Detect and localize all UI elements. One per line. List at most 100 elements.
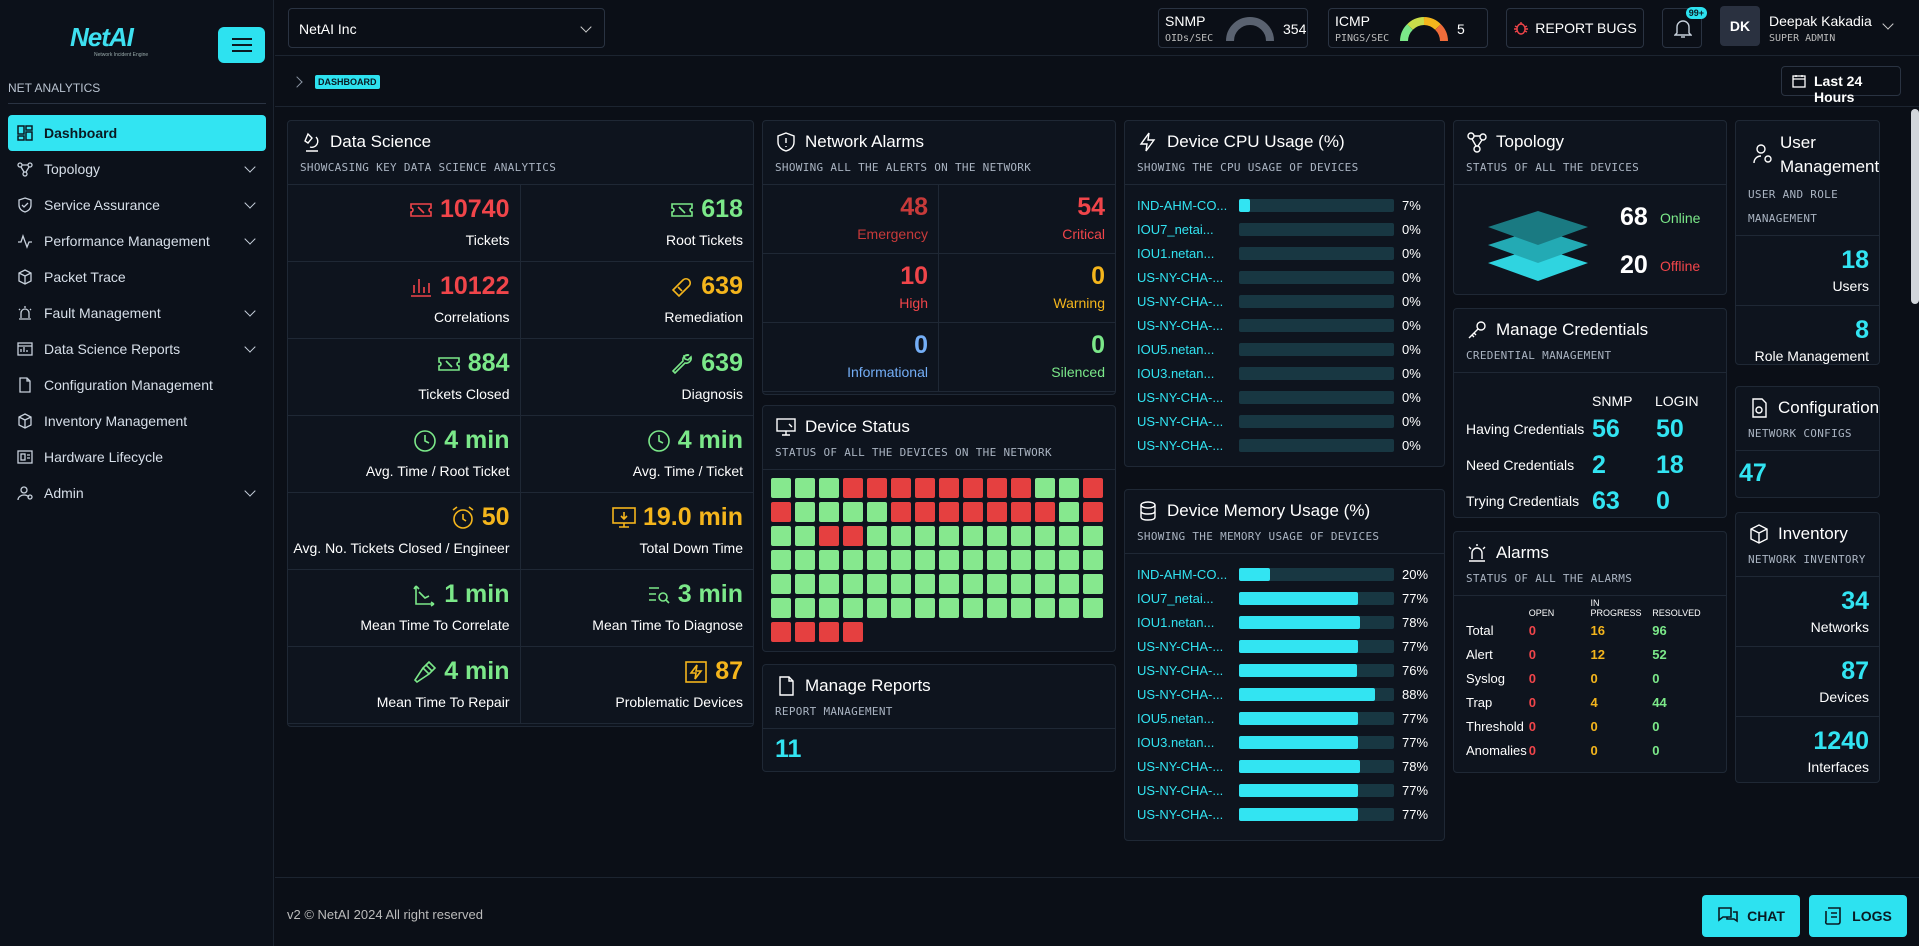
device-status-cell-down[interactable] [963,478,983,498]
manage-credentials-card[interactable]: Manage Credentials CREDENTIAL MANAGEMENT… [1453,308,1727,518]
device-status-cell-up[interactable] [819,550,839,570]
device-status-cell-up[interactable] [891,550,911,570]
device-status-cell-down[interactable] [891,478,911,498]
sidebar-item-fault-management[interactable]: Fault Management [8,295,266,331]
usage-row[interactable]: US-NY-CHA-... 0% [1137,313,1432,337]
device-status-cell-up[interactable] [891,598,911,618]
credentials-row[interactable]: Need Credentials 2 18 [1454,447,1726,483]
stat-avg-no-tickets-closed-engineer[interactable]: 50 Avg. No. Tickets Closed / Engineer [288,493,521,570]
manage-reports-card[interactable]: Manage Reports REPORT MANAGEMENT 11 [762,664,1116,772]
page-scrollbar[interactable] [1909,107,1919,877]
networks-stat[interactable]: 34 Networks [1736,577,1879,647]
alarm-warning[interactable]: 0 Warning [939,254,1115,323]
stat-root-tickets[interactable]: 618 Root Tickets [520,185,753,262]
device-status-cell-up[interactable] [771,478,791,498]
device-status-cell-up[interactable] [819,574,839,594]
sidebar-item-topology[interactable]: Topology [8,151,266,187]
scrollbar-thumb[interactable] [1911,109,1919,304]
device-status-cell-up[interactable] [771,526,791,546]
device-status-cell-up[interactable] [1059,478,1079,498]
device-status-cell-up[interactable] [867,526,887,546]
usage-row[interactable]: IOU1.netan... 0% [1137,241,1432,265]
device-status-cell-up[interactable] [1035,526,1055,546]
device-status-cell-down[interactable] [1083,478,1103,498]
stat-tickets[interactable]: 10740 Tickets [288,185,521,262]
interfaces-stat[interactable]: 1240 Interfaces [1736,717,1879,782]
alarm-high[interactable]: 10 High [763,254,939,323]
device-status-cell-down[interactable] [819,622,839,642]
device-status-cell-up[interactable] [843,550,863,570]
sidebar-item-admin[interactable]: Admin [8,475,266,511]
device-status-cell-down[interactable] [771,622,791,642]
device-status-cell-up[interactable] [795,574,815,594]
device-status-cell-up[interactable] [819,502,839,522]
device-status-cell-up[interactable] [843,502,863,522]
device-status-cell-up[interactable] [987,598,1007,618]
device-status-cell-down[interactable] [1011,502,1031,522]
sidebar-item-data-science-reports[interactable]: Data Science Reports [8,331,266,367]
stat-mean-time-to-diagnose[interactable]: 3 min Mean Time To Diagnose [520,570,753,647]
stat-mean-time-to-correlate[interactable]: 1 min Mean Time To Correlate [288,570,521,647]
time-range-button[interactable]: Last 24 Hours [1781,66,1901,105]
device-status-cell-up[interactable] [1011,550,1031,570]
device-status-cell-up[interactable] [1059,526,1079,546]
device-status-cell-up[interactable] [1083,526,1103,546]
device-status-cell-up[interactable] [915,598,935,618]
device-status-cell-down[interactable] [1083,502,1103,522]
device-status-cell-up[interactable] [843,598,863,618]
usage-row[interactable]: IOU7_netai... 0% [1137,217,1432,241]
usage-row[interactable]: IOU3.netan... 0% [1137,361,1432,385]
device-status-cell-up[interactable] [867,502,887,522]
device-status-cell-up[interactable] [1011,526,1031,546]
usage-row[interactable]: US-NY-CHA-... 0% [1137,409,1432,433]
devices-stat[interactable]: 87 Devices [1736,647,1879,717]
device-status-cell-up[interactable] [1035,550,1055,570]
device-status-cell-up[interactable] [867,574,887,594]
logs-button[interactable]: LOGS [1809,895,1907,937]
inventory-card[interactable]: Inventory NETWORK INVENTORY 34 Networks 8… [1735,512,1880,783]
device-status-cell-up[interactable] [939,598,959,618]
device-status-cell-up[interactable] [795,478,815,498]
stat-avg-time-root-ticket[interactable]: 4 min Avg. Time / Root Ticket [288,416,521,493]
cpu-bar-list[interactable]: IND-AHM-CO... 7% IOU7_netai... 0% IOU1.netan… [1125,185,1444,457]
device-status-cell-up[interactable] [891,526,911,546]
device-status-cell-up[interactable] [1011,598,1031,618]
device-status-cell-down[interactable] [963,502,983,522]
device-status-cell-down[interactable] [939,478,959,498]
device-status-cell-down[interactable] [987,478,1007,498]
device-status-cell-up[interactable] [867,550,887,570]
usage-row[interactable]: IOU5.netan... 0% [1137,337,1432,361]
device-status-cell-up[interactable] [1059,550,1079,570]
organization-select[interactable]: NetAI Inc [288,8,605,48]
device-status-cell-up[interactable] [795,502,815,522]
menu-toggle-button[interactable] [218,27,265,63]
device-status-cell-up[interactable] [1035,598,1055,618]
user-management-card[interactable]: User Management USER AND ROLE MANAGEMENT… [1735,120,1880,365]
device-status-cell-down[interactable] [771,502,791,522]
alarm-informational[interactable]: 0 Informational [763,323,939,392]
device-status-cell-up[interactable] [891,574,911,594]
usage-row[interactable]: US-NY-CHA-... 0% [1137,265,1432,289]
device-status-cell-up[interactable] [987,550,1007,570]
credentials-row[interactable]: Having Credentials 56 50 [1454,411,1726,447]
alarm-critical[interactable]: 54 Critical [939,185,1115,254]
device-status-cell-down[interactable] [819,526,839,546]
usage-row[interactable]: US-NY-CHA-... 0% [1137,385,1432,409]
device-status-cell-down[interactable] [843,478,863,498]
stat-avg-time-ticket[interactable]: 4 min Avg. Time / Ticket [520,416,753,493]
device-status-cell-up[interactable] [963,598,983,618]
stat-correlations[interactable]: 10122 Correlations [288,262,521,339]
device-status-cell-up[interactable] [819,478,839,498]
device-status-cell-down[interactable] [867,478,887,498]
alarm-silenced[interactable]: 0 Silenced [939,323,1115,392]
roles-stat[interactable]: 8 Role Management [1736,306,1879,364]
device-status-cell-up[interactable] [1059,598,1079,618]
device-status-cell-down[interactable] [843,622,863,642]
sidebar-item-hardware-lifecycle[interactable]: Hardware Lifecycle [8,439,266,475]
device-status-cell-down[interactable] [1011,478,1031,498]
device-status-cell-down[interactable] [915,478,935,498]
usage-row[interactable]: US-NY-CHA-... 77% [1137,802,1432,826]
memory-bar-list[interactable]: IND-AHM-CO... 20% IOU7_netai... 77% IOU1.net… [1125,554,1444,826]
usage-row[interactable]: US-NY-CHA-... 88% [1137,682,1432,706]
stat-total-down-time[interactable]: 19.0 min Total Down Time [520,493,753,570]
